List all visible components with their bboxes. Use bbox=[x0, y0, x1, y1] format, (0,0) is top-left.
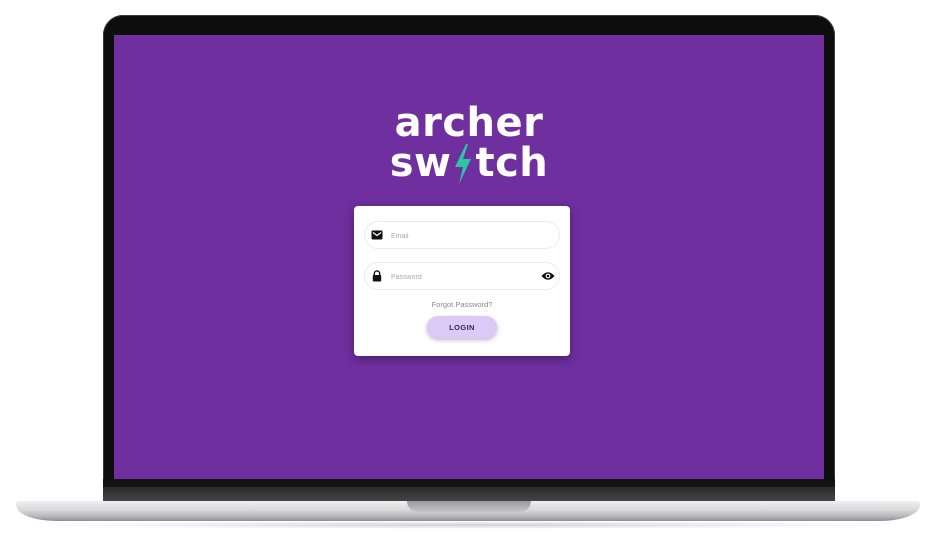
login-button[interactable]: LOGIN bbox=[427, 316, 497, 338]
eye-icon[interactable] bbox=[541, 271, 555, 281]
password-field[interactable] bbox=[364, 262, 560, 290]
password-input[interactable] bbox=[389, 267, 543, 287]
laptop-hinge bbox=[103, 487, 835, 501]
email-input[interactable] bbox=[389, 226, 543, 246]
laptop-mockup: archer sw tch Email Forgot Password? LOG… bbox=[0, 0, 944, 533]
login-screen: archer sw tch Email Forgot Password? LOG… bbox=[114, 35, 824, 479]
logo-line-1: archer bbox=[394, 100, 544, 146]
lock-icon bbox=[372, 270, 382, 282]
logo-line-2-suffix: tch bbox=[475, 140, 549, 186]
email-field[interactable] bbox=[364, 221, 560, 249]
laptop-base-notch bbox=[407, 501, 531, 512]
logo-line-2: sw tch bbox=[114, 143, 824, 184]
forgot-password-link[interactable]: Forgot Password? bbox=[354, 300, 570, 309]
logo-line-2-prefix: sw bbox=[389, 140, 452, 186]
login-card: Forgot Password? LOGIN bbox=[354, 206, 570, 356]
laptop-shadow bbox=[40, 521, 904, 529]
archer-switch-logo: archer sw tch bbox=[114, 103, 824, 184]
lightning-bolt-icon bbox=[455, 144, 472, 184]
envelope-icon bbox=[371, 230, 383, 240]
